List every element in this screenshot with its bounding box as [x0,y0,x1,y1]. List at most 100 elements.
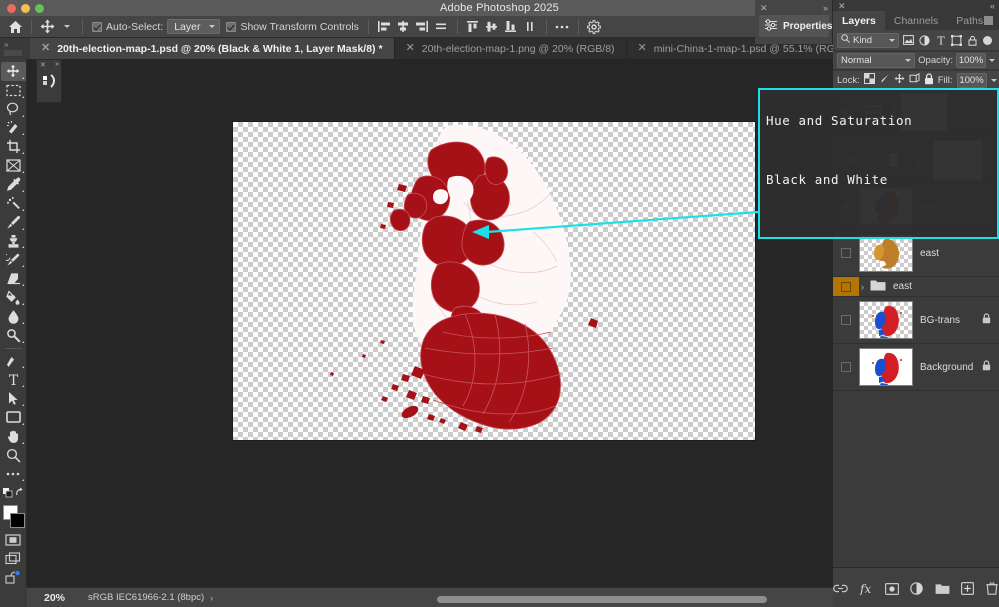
layer-thumbnail[interactable] [859,301,913,339]
crop-tool-icon[interactable] [1,137,26,156]
layer-visibility-toggle[interactable] [833,277,859,296]
align-horizontal-centers-icon[interactable] [394,17,413,36]
pixel-layer-filter-icon[interactable] [902,33,915,47]
lock-all-icon[interactable] [924,73,934,88]
smart-object-filter-icon[interactable] [966,33,979,47]
layer-visibility-toggle[interactable] [840,137,866,182]
status-chevron-icon[interactable]: › [204,593,219,603]
layer-name[interactable]: west [913,201,941,212]
blend-mode-dropdown[interactable]: Normal [837,53,915,68]
new-group-icon[interactable] [935,581,950,596]
collapse-icon[interactable]: « [990,1,994,11]
layer-visibility-toggle[interactable] [833,297,859,343]
layer-name[interactable]: east [886,281,912,292]
new-layer-icon[interactable] [961,581,975,596]
clone-stamp-tool-icon[interactable] [1,232,26,251]
tab-bar-grip[interactable]: » [0,38,30,59]
close-icon[interactable]: ✕ [760,3,768,14]
pen-tool-icon[interactable] [1,352,26,371]
layer-visibility-toggle[interactable] [833,344,859,390]
close-icon[interactable]: ✕ [406,43,415,54]
show-transform-checkbox[interactable] [226,22,236,32]
floating-mini-panel[interactable]: ✕ » [36,59,62,103]
type-layer-filter-icon[interactable]: T [934,33,947,47]
layer-thumbnail[interactable] [859,187,913,225]
layer-row-bg-trans[interactable]: BG-trans [833,297,999,344]
hue-saturation-icon[interactable] [859,89,887,135]
color-swatches[interactable] [1,504,26,526]
background-color-swatch[interactable] [10,513,25,528]
new-adjustment-layer-icon[interactable] [910,581,924,596]
panel-menu-icon[interactable] [984,16,993,25]
layer-visibility-toggle[interactable] [833,183,859,229]
lock-image-pixels-icon[interactable] [879,73,890,87]
expand-icon[interactable]: » [55,61,58,68]
tab-channels[interactable]: Channels [885,11,947,30]
zoom-level[interactable]: 20% [27,592,82,604]
chevron-right-icon[interactable]: › [861,282,864,292]
tab-layers[interactable]: Layers [833,11,885,30]
close-icon[interactable]: ✕ [638,43,647,54]
layer-row-west[interactable]: west [833,183,999,230]
document-tab-1[interactable]: ✕ 20th-election-map-1.png @ 20% (RGB/8) [395,38,627,59]
move-tool-icon[interactable] [1,62,26,81]
eyedropper-tool-icon[interactable] [1,175,26,194]
document-tab-0[interactable]: ✕ 20th-election-map-1.psd @ 20% (Black &… [30,38,395,59]
expand-icon[interactable]: » [823,3,827,13]
layer-row-black-and-white[interactable] [833,136,999,183]
quick-mask-icon[interactable] [1,531,26,550]
layer-mask-thumbnail-active[interactable] [934,141,982,179]
layer-row-east-group[interactable]: › east [833,277,999,297]
hand-tool-icon[interactable] [1,427,26,446]
zoom-tool-icon[interactable] [1,446,26,465]
distribute-horizontal-icon[interactable] [432,17,451,36]
spot-healing-brush-tool-icon[interactable] [1,194,26,213]
frame-tool-icon[interactable] [1,156,26,175]
move-tool-icon[interactable] [38,17,57,36]
brush-tool-icon[interactable] [1,213,26,232]
share-icon[interactable] [1,568,26,587]
layer-visibility-toggle[interactable] [833,230,859,276]
filter-toggle-icon[interactable] [983,36,992,45]
type-tool-icon[interactable]: T [1,370,26,389]
chevron-down-icon[interactable] [989,59,995,62]
layer-name[interactable]: Background [913,362,973,373]
close-icon[interactable]: ✕ [41,43,50,54]
ellipsis-icon[interactable] [553,17,572,36]
blur-tool-icon[interactable] [1,307,26,326]
shape-layer-filter-icon[interactable] [950,33,963,47]
align-left-edges-icon[interactable] [375,17,394,36]
layer-visibility-toggle[interactable] [833,89,859,135]
layer-mask-link-icon[interactable] [912,154,925,166]
layer-name[interactable]: east [913,248,939,259]
lock-position-icon[interactable] [894,73,905,87]
rectangular-marquee-tool-icon[interactable] [1,81,26,100]
delete-layer-icon[interactable] [985,581,999,596]
layer-row-background[interactable]: Background [833,344,999,391]
align-top-edges-icon[interactable] [464,17,483,36]
layer-thumbnail[interactable] [859,234,913,272]
align-vertical-centers-icon[interactable] [483,17,502,36]
default-colors-and-swap-icon[interactable] [1,483,26,502]
show-transform-controls-option[interactable]: Show Transform Controls [223,16,361,37]
gradient-tool-icon[interactable] [1,288,26,307]
tab-properties[interactable]: Properties [759,15,829,37]
distribute-vertical-icon[interactable] [521,17,540,36]
rectangle-tool-icon[interactable] [1,408,26,427]
layer-mask-link-icon[interactable] [887,106,900,118]
eraser-tool-icon[interactable] [1,269,26,288]
horizontal-scrollbar[interactable] [437,596,767,603]
pen-pressure-icon[interactable] [42,72,58,93]
layer-kind-filter[interactable]: Kind [837,33,899,48]
lock-artboard-nesting-icon[interactable] [909,73,920,87]
layer-mask-thumbnail[interactable] [900,93,948,131]
quick-selection-tool-icon[interactable] [1,119,26,138]
layer-row-hue-saturation[interactable] [833,89,999,136]
align-right-edges-icon[interactable] [413,17,432,36]
layer-row-east-pixel[interactable]: east [833,230,999,277]
history-brush-tool-icon[interactable] [1,250,26,269]
tool-preset-chevron-icon[interactable] [57,17,76,36]
layer-thumbnail[interactable] [859,348,913,386]
add-layer-mask-icon[interactable] [885,581,899,596]
document-canvas[interactable] [233,122,755,440]
